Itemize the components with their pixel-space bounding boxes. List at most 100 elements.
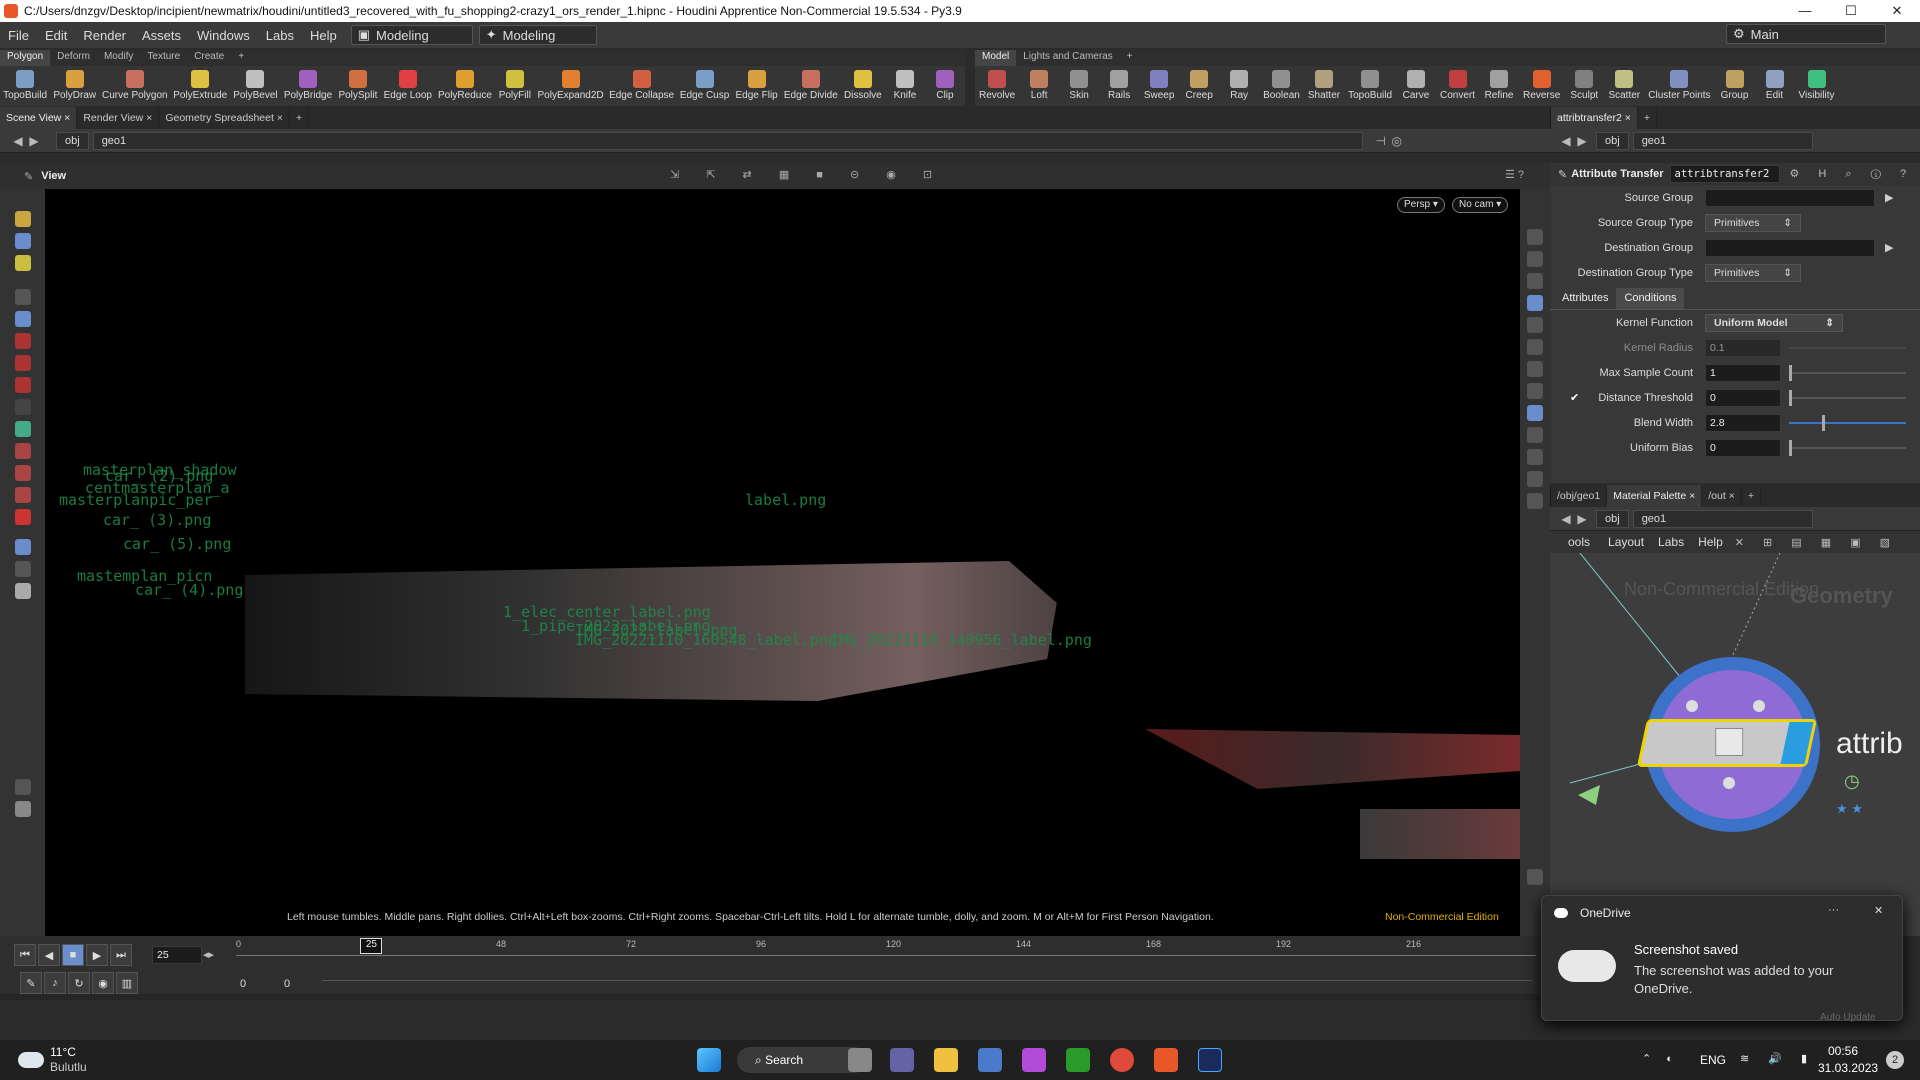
weather-temp[interactable]: 11°C xyxy=(50,1045,76,1059)
display-options-icon[interactable]: ☰ ? xyxy=(1505,168,1524,181)
tool-visibility[interactable]: Visibility xyxy=(1795,70,1839,101)
magnet-icon[interactable] xyxy=(14,465,31,481)
brush-icon[interactable] xyxy=(14,487,31,503)
add-pane-tab-icon[interactable]: + xyxy=(290,107,310,129)
tool-cluster-points[interactable]: Cluster Points xyxy=(1644,70,1714,101)
network-forward-icon[interactable]: ▶ xyxy=(1574,512,1590,526)
scene-viewport[interactable]: Persp ▾ No cam ▾ masterplan_shadow car_ (… xyxy=(45,189,1520,936)
first-frame-button[interactable]: ⏮ xyxy=(14,944,36,966)
tool-refine[interactable]: Refine xyxy=(1479,70,1519,101)
stop-button[interactable]: ■ xyxy=(62,944,84,966)
source-group-field[interactable] xyxy=(1705,188,1875,207)
tool-topobuild[interactable]: TopoBuild xyxy=(1344,70,1396,101)
play-button[interactable]: ▶ xyxy=(86,944,108,966)
tool-polydraw[interactable]: PolyDraw xyxy=(50,70,99,101)
tab-geometry-spreadsheet[interactable]: Geometry Spreadsheet × xyxy=(159,107,290,129)
param-back-icon[interactable]: ◀ xyxy=(1558,134,1574,148)
shelf-tab-modify[interactable]: Modify xyxy=(97,50,140,66)
network-menu-layout[interactable]: Layout xyxy=(1608,535,1644,549)
auto-update-label[interactable]: Auto Update xyxy=(1820,1012,1876,1023)
tool-rails[interactable]: Rails xyxy=(1099,70,1139,101)
step-back-button[interactable]: ◀ xyxy=(38,944,60,966)
menu-assets[interactable]: Assets xyxy=(134,28,189,43)
kernel-radius-field[interactable]: 0.1 xyxy=(1705,338,1781,357)
add-network-tab-icon[interactable]: + xyxy=(1742,485,1761,507)
tool-edit[interactable]: Edit xyxy=(1755,70,1795,101)
distance-threshold-checkbox[interactable]: ✔ xyxy=(1570,391,1579,404)
houdini-taskbar-icon[interactable] xyxy=(1154,1048,1178,1072)
lock-icon[interactable] xyxy=(14,311,31,327)
network-path-obj[interactable]: obj xyxy=(1596,509,1629,528)
tab-material-palette[interactable]: Material Palette × xyxy=(1607,485,1703,507)
menu-windows[interactable]: Windows xyxy=(189,28,258,43)
range-end[interactable]: 0 xyxy=(284,978,290,990)
chrome-icon[interactable] xyxy=(1110,1048,1134,1072)
display-eye-icon[interactable] xyxy=(1527,229,1543,245)
weather-icon[interactable] xyxy=(18,1052,44,1068)
pose-icon[interactable] xyxy=(14,211,31,227)
add-param-tab-icon[interactable]: + xyxy=(1638,107,1657,129)
tool-boolean[interactable]: Boolean xyxy=(1259,70,1304,101)
dest-group-field[interactable] xyxy=(1705,238,1875,257)
blend-width-slider[interactable] xyxy=(1789,414,1906,431)
step-arrows-icon[interactable]: ◂▸ xyxy=(203,948,214,961)
tool-edge-cusp[interactable]: Edge Cusp xyxy=(677,70,733,101)
tool-knife[interactable]: Knife xyxy=(885,70,925,101)
toast-close-button[interactable]: ✕ xyxy=(1874,904,1883,917)
toast-more-button[interactable]: ··· xyxy=(1828,904,1839,916)
clock-time[interactable]: 00:56 xyxy=(1828,1044,1858,1058)
context-dropdown[interactable]: ✦ Modeling xyxy=(478,25,597,45)
tool-sculpt[interactable]: Sculpt xyxy=(1564,70,1604,101)
file-explorer-icon[interactable] xyxy=(934,1048,958,1072)
tool-clip[interactable]: Clip xyxy=(925,70,965,101)
network-editor[interactable]: Non-Commercial Edition Geometry attrib ◷… xyxy=(1550,553,1920,936)
onedrive-toast[interactable]: OneDrive ··· ✕ Screenshot saved The scre… xyxy=(1541,895,1903,1021)
main-desk-dropdown[interactable]: ⚙ Main xyxy=(1726,24,1886,44)
param-path-geo1[interactable]: geo1 xyxy=(1632,131,1813,150)
add-shelf-tab-icon[interactable]: + xyxy=(231,50,251,66)
tab-scene-view[interactable]: Scene View × xyxy=(0,107,78,129)
source-group-type-dropdown[interactable]: Primitives ⇕ xyxy=(1705,213,1801,232)
display-brush-icon[interactable] xyxy=(1527,493,1543,509)
tool-edge-flip[interactable]: Edge Flip xyxy=(732,70,781,101)
network-back-icon[interactable]: ◀ xyxy=(1558,512,1574,526)
menu-help[interactable]: Help xyxy=(302,28,345,43)
header-tools-icons[interactable]: ⚙ H ⌕ ⓘ ? xyxy=(1790,167,1915,181)
handle-icon[interactable] xyxy=(14,233,31,249)
tab-conditions[interactable]: Conditions xyxy=(1616,288,1685,309)
tool-polyfill[interactable]: PolyFill xyxy=(495,70,535,101)
menu-labs[interactable]: Labs xyxy=(258,28,302,43)
param-forward-icon[interactable]: ▶ xyxy=(1574,134,1590,148)
magnet-red-icon[interactable] xyxy=(14,509,31,525)
display-cam-icon[interactable] xyxy=(1527,405,1543,421)
add-shelf-tab-icon[interactable]: + xyxy=(1120,50,1140,66)
rotate-icon[interactable] xyxy=(14,377,31,393)
shelf-tab-model[interactable]: Model xyxy=(975,50,1017,66)
display-normals-icon[interactable] xyxy=(1527,449,1543,465)
camera-icon[interactable] xyxy=(14,333,31,349)
minimize-button[interactable]: — xyxy=(1782,0,1828,22)
tab-attribtransfer2[interactable]: attribtransfer2 × xyxy=(1551,107,1638,129)
display-bulb2-icon[interactable] xyxy=(1527,361,1543,377)
network-menu-tools[interactable]: ools xyxy=(1568,535,1590,549)
current-frame-marker[interactable]: 25 xyxy=(360,938,383,954)
tool-edge-divide[interactable]: Edge Divide xyxy=(781,70,841,101)
tool-group[interactable]: Group xyxy=(1715,70,1755,101)
kernel-function-dropdown[interactable]: Uniform Model ⇕ xyxy=(1705,313,1843,332)
timeline-ruler[interactable]: 0 48 72 96 120 144 168 192 216 25 xyxy=(236,936,1536,966)
language-indicator[interactable]: ENG xyxy=(1700,1053,1726,1067)
node-name-field[interactable]: attribtransfer2 xyxy=(1669,165,1780,183)
display-ghost-icon[interactable] xyxy=(1527,295,1543,311)
pointer-icon[interactable] xyxy=(14,779,31,795)
tool-revolve[interactable]: Revolve xyxy=(975,70,1019,101)
tool-polysplit[interactable]: PolySplit xyxy=(335,70,380,101)
tray-icons[interactable]: ⌃ ◐ xyxy=(1642,1052,1679,1065)
tool-scatter[interactable]: Scatter xyxy=(1604,70,1644,101)
network-tools-icons[interactable]: ✕ ⊞ ▤ ▦ ▣ ▧ xyxy=(1735,536,1898,549)
node-flag-blue[interactable] xyxy=(1780,722,1814,764)
weather-desc[interactable]: Bulutlu xyxy=(50,1060,87,1074)
tool-curve-polygon[interactable]: Curve Polygon xyxy=(99,70,170,101)
desktop-dropdown[interactable]: ▣ Modeling xyxy=(350,25,473,45)
tool-polyexpand2d[interactable]: PolyExpand2D xyxy=(535,70,607,101)
select-arrow-icon[interactable]: ▶ xyxy=(1885,191,1893,204)
